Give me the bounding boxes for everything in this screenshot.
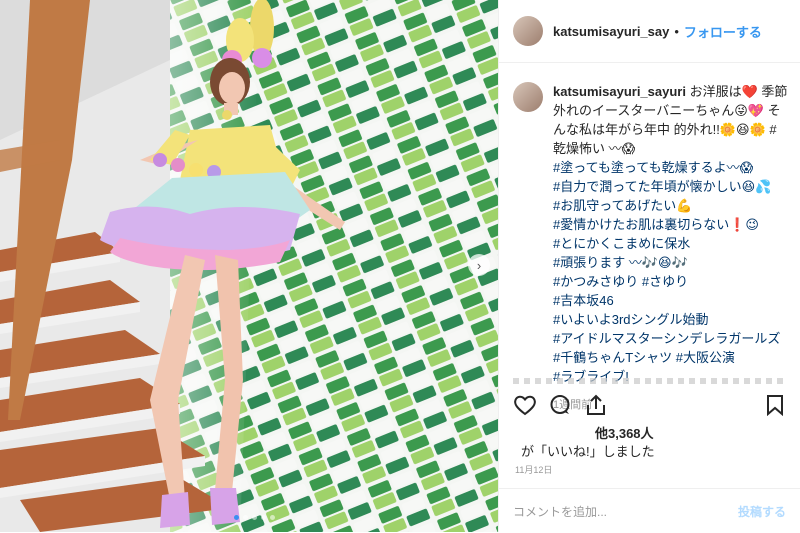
caption-line-1: 外れのイースターバニーちゃん😜💖 そ — [553, 103, 781, 118]
carousel-dot — [234, 515, 239, 520]
carousel-dot — [270, 515, 275, 520]
comment-input[interactable]: コメントを追加... — [513, 503, 607, 520]
avatar[interactable] — [513, 16, 543, 46]
caption-username[interactable]: katsumisayuri_sayuri — [553, 84, 686, 99]
next-slide-button[interactable]: › — [468, 254, 490, 276]
caption-line-13: #アイドルマスターシンデレラガールズ — [553, 331, 781, 346]
bookmark-icon[interactable] — [766, 394, 784, 421]
action-bar — [513, 394, 784, 420]
likes-suffix: が「いいね!」しました — [521, 444, 655, 459]
post-comment-button[interactable]: 投稿する — [738, 503, 786, 520]
caption-line-6: #お肌守ってあげたい💪 — [553, 198, 693, 213]
header-username[interactable]: katsumisayuri_say — [553, 24, 669, 39]
caption-line-9: #頑張ります 〰🎶😆🎶 — [553, 255, 688, 270]
caption-line-3: 乾燥怖い 〰😱 — [553, 141, 636, 156]
carousel-dot — [252, 515, 257, 520]
carousel-dot — [243, 515, 248, 520]
caption-line-2: んな私は年がら年中 的外れ!!🌼😆🌼 # — [553, 122, 777, 137]
heart-icon[interactable] — [513, 394, 537, 421]
share-icon[interactable] — [585, 394, 607, 421]
carousel-indicator — [234, 515, 275, 520]
comment-composer: コメントを追加... 投稿する — [499, 488, 800, 533]
caption-line-12: #いよいよ3rdシングル始動 — [553, 312, 709, 327]
post-container: › katsumisayuri_say • フォローする katsumisayu… — [0, 0, 800, 532]
comment-icon[interactable] — [549, 394, 571, 421]
chevron-right-icon: › — [476, 257, 482, 273]
follow-button[interactable]: フォローする — [684, 22, 762, 41]
post-side-panel: katsumisayuri_say • フォローする katsumisayuri… — [498, 0, 800, 532]
post-photo[interactable]: › — [0, 0, 498, 532]
likes-text: が「いいね!」しました — [515, 441, 655, 460]
likes-count[interactable]: 他3,368人 — [595, 426, 654, 441]
caption-line-5: #自力で潤ってた年頃が懐かしい😆💦 — [553, 179, 772, 194]
caption-line-10: #かつみさゆり #さゆり — [553, 274, 689, 289]
caption-line-8: #とにかくこまめに保水 — [553, 236, 691, 251]
caption-line-11: #吉本坂46 — [553, 293, 614, 308]
likes-count-row: 他3,368人 — [515, 423, 654, 442]
caption-area: katsumisayuri_sayuri お洋服は❤️ 季節 外れのイースターバ… — [513, 82, 788, 412]
post-header: katsumisayuri_say • フォローする — [499, 0, 800, 63]
header-separator: • — [674, 23, 679, 39]
caption-line-0: お洋服は❤️ 季節 — [689, 84, 788, 99]
caption-line-14: #千鶴ちゃんTシャツ #大阪公演 — [553, 350, 736, 365]
carousel-dot — [261, 515, 266, 520]
post-date[interactable]: 11月12日 — [515, 463, 552, 476]
caption-line-7: #愛情かけたお肌は裏切らない❗️😉 — [553, 217, 759, 232]
photo-illustration — [0, 0, 498, 532]
caption-avatar[interactable] — [513, 82, 543, 112]
caption-text: katsumisayuri_sayuri お洋服は❤️ 季節 外れのイースターバ… — [553, 82, 787, 386]
caption-line-4: #塗っても塗っても乾燥するよ〰😱 — [553, 160, 754, 175]
truncated-comment — [513, 378, 783, 384]
